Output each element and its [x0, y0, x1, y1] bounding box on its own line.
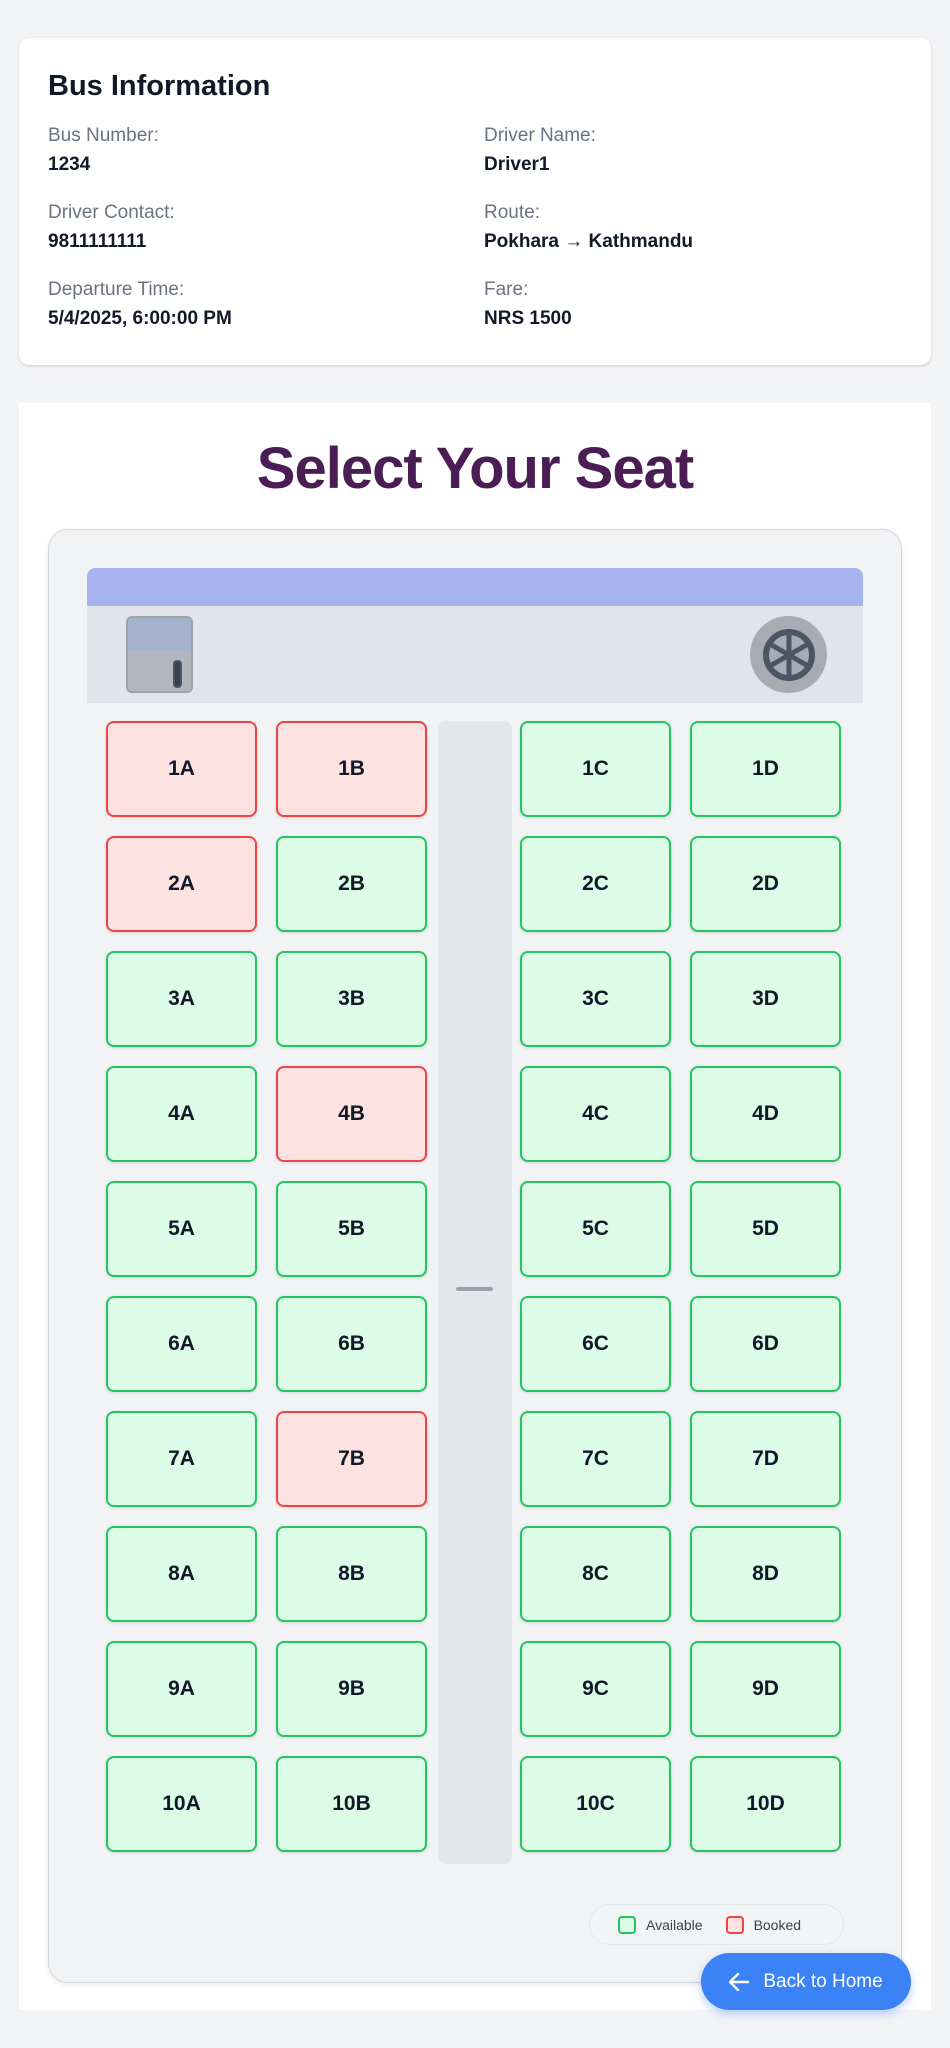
seat-5b[interactable]: 5B [276, 1181, 427, 1277]
seat-2b[interactable]: 2B [276, 836, 427, 932]
seat-6c[interactable]: 6C [520, 1296, 671, 1392]
driver-cabin [87, 606, 863, 703]
legend-available-label: Available [646, 1916, 703, 1933]
windshield [87, 568, 863, 606]
seat-9a[interactable]: 9A [106, 1641, 257, 1737]
driver-name-value: Driver1 [484, 154, 550, 175]
seat-1a[interactable]: 1A [106, 721, 257, 817]
seat-7b[interactable]: 7B [276, 1411, 427, 1507]
legend-booked-label: Booked [753, 1916, 802, 1933]
driver-contact-value: 9811111111 [48, 231, 147, 252]
seat-5c[interactable]: 5C [520, 1181, 671, 1277]
seat-7a[interactable]: 7A [106, 1411, 257, 1507]
seat-9b[interactable]: 9B [276, 1641, 427, 1737]
seat-6d[interactable]: 6D [690, 1296, 841, 1392]
seat-9d[interactable]: 9D [690, 1641, 841, 1737]
seat-7d[interactable]: 7D [690, 1411, 841, 1507]
back-to-home-label: Back to Home [763, 1970, 883, 1992]
seat-3b[interactable]: 3B [276, 951, 427, 1047]
bus-information-card: Bus Information Bus Number: 1234 Driver … [19, 38, 931, 365]
seat-4a[interactable]: 4A [106, 1066, 257, 1162]
seat-2d[interactable]: 2D [690, 836, 841, 932]
seat-4d[interactable]: 4D [690, 1066, 841, 1162]
departure-time-value: 5/4/2025, 6:00:00 PM [48, 308, 232, 329]
seat-8c[interactable]: 8C [520, 1526, 671, 1622]
fare-item: Fare: NRS 1500 [484, 278, 920, 336]
route-item: Route: Pokhara → Kathmandu [484, 201, 920, 259]
aisle [438, 721, 512, 1864]
route-value: Pokhara → Kathmandu [484, 231, 694, 252]
seat-9c[interactable]: 9C [520, 1641, 671, 1737]
available-swatch-icon [618, 1915, 636, 1934]
bus-information-grid: Bus Number: 1234 Driver Name: Driver1 Dr… [48, 124, 902, 336]
aisle-marker [456, 1287, 493, 1291]
seat-5d[interactable]: 5D [690, 1181, 841, 1277]
legend-available: Available [618, 1915, 703, 1934]
route-label: Route: [484, 202, 540, 223]
seat-10a[interactable]: 10A [106, 1756, 257, 1852]
departure-time-label: Departure Time: [48, 279, 185, 300]
seat-3a[interactable]: 3A [106, 951, 257, 1047]
bus-number-item: Bus Number: 1234 [48, 124, 484, 182]
bus-number-label: Bus Number: [48, 125, 159, 146]
fare-label: Fare: [484, 279, 529, 300]
booked-swatch-icon [725, 1915, 744, 1934]
seat-3c[interactable]: 3C [520, 951, 671, 1047]
bus-number-value: 1234 [48, 154, 91, 175]
seat-10b[interactable]: 10B [276, 1756, 427, 1852]
steering-wheel-icon [750, 616, 827, 693]
driver-contact-label: Driver Contact: [48, 202, 175, 223]
arrow-left-icon [729, 1972, 750, 1991]
page-title: Select Your Seat [256, 436, 694, 501]
seat-legend: Available Booked [589, 1904, 844, 1945]
back-to-home-button[interactable]: Back to Home [701, 1953, 911, 2010]
driver-contact-item: Driver Contact: 9811111111 [48, 201, 484, 259]
seat-8b[interactable]: 8B [276, 1526, 427, 1622]
seat-10d[interactable]: 10D [690, 1756, 841, 1852]
seat-1d[interactable]: 1D [690, 721, 841, 817]
seat-3d[interactable]: 3D [690, 951, 841, 1047]
legend-booked: Booked [725, 1915, 802, 1934]
seat-7c[interactable]: 7C [520, 1411, 671, 1507]
seat-2c[interactable]: 2C [520, 836, 671, 932]
seat-selection-section: Select Your Seat Available Booked 1A 1B … [19, 403, 931, 2010]
seat-6a[interactable]: 6A [106, 1296, 257, 1392]
door-handle [173, 660, 182, 688]
seat-1c[interactable]: 1C [520, 721, 671, 817]
bus-layout: Available Booked 1A 1B 1C 1D 2A 2B 2C 2D 3A 3B 3C 3… [48, 529, 902, 1983]
driver-name-item: Driver Name: Driver1 [484, 124, 920, 182]
seat-8d[interactable]: 8D [690, 1526, 841, 1622]
departure-time-item: Departure Time: 5/4/2025, 6:00:00 PM [48, 278, 484, 336]
seat-4b[interactable]: 4B [276, 1066, 427, 1162]
seat-4c[interactable]: 4C [520, 1066, 671, 1162]
seat-10c[interactable]: 10C [520, 1756, 671, 1852]
seat-8a[interactable]: 8A [106, 1526, 257, 1622]
bus-information-title: Bus Information [48, 70, 271, 102]
seat-2a[interactable]: 2A [106, 836, 257, 932]
seat-1b[interactable]: 1B [276, 721, 427, 817]
seat-6b[interactable]: 6B [276, 1296, 427, 1392]
fare-value: NRS 1500 [484, 308, 572, 329]
seat-5a[interactable]: 5A [106, 1181, 257, 1277]
door-icon [126, 616, 193, 693]
driver-name-label: Driver Name: [484, 125, 596, 146]
